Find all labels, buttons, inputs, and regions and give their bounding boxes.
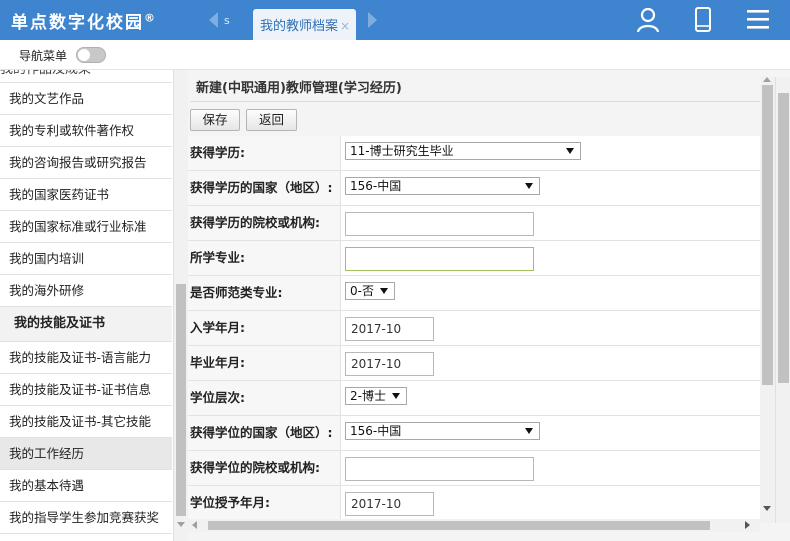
dropdown-caret-icon bbox=[380, 288, 388, 294]
tab-label: 我的教师档案 bbox=[260, 19, 339, 34]
sidebar-scroll-thumb[interactable] bbox=[176, 284, 186, 516]
sidebar-item[interactable]: 我的咨询报告或研究报告 bbox=[0, 147, 172, 179]
form-row-degree-country: 获得学历的国家（地区）: 156-中国 bbox=[188, 171, 760, 206]
select-value: 0-否 bbox=[350, 284, 374, 298]
form-row-award-date: 学位授予年月: 2017-10 bbox=[188, 486, 760, 521]
save-button[interactable]: 保存 bbox=[190, 109, 240, 131]
tab-teacher-archive[interactable]: 我的教师档案 × bbox=[253, 9, 356, 40]
field-label: 获得学位的院校或机构: bbox=[188, 451, 341, 485]
form-hscrollbar[interactable] bbox=[188, 519, 760, 532]
form-hscroll-thumb[interactable] bbox=[208, 521, 710, 530]
graduate-date-input[interactable]: 2017-10 bbox=[345, 352, 434, 376]
sidebar-group-skills[interactable]: 我的技能及证书 bbox=[0, 307, 172, 342]
dropdown-caret-icon bbox=[566, 148, 574, 154]
field-label: 所学专业: bbox=[188, 241, 341, 275]
sidebar-item[interactable]: 我的技能及证书-其它技能 bbox=[0, 406, 172, 438]
sidebar: 我的作品及成果 我的文艺作品 我的专利或软件著作权 我的咨询报告或研究报告 我的… bbox=[0, 70, 188, 541]
form-row-graduate-date: 毕业年月: 2017-10 bbox=[188, 346, 760, 381]
sidebar-item[interactable]: 我的技能及证书-语言能力 bbox=[0, 342, 172, 374]
dropdown-caret-icon bbox=[525, 428, 533, 434]
divider bbox=[190, 101, 760, 102]
scroll-up-icon[interactable] bbox=[763, 77, 771, 82]
scroll-right-icon[interactable] bbox=[745, 521, 750, 529]
back-button[interactable]: 返回 bbox=[246, 109, 297, 131]
enroll-date-input[interactable]: 2017-10 bbox=[345, 317, 434, 341]
tab-stub[interactable]: s bbox=[224, 14, 230, 27]
scroll-left-icon[interactable] bbox=[192, 521, 197, 529]
form-row-enroll-date: 入学年月: 2017-10 bbox=[188, 311, 760, 346]
major-input[interactable] bbox=[345, 247, 534, 271]
toggle-knob bbox=[78, 49, 90, 61]
main-panel: 新建(中职通用)教师管理(学习经历) 保存 返回 获得学历: 11-博士研究生毕… bbox=[188, 70, 790, 541]
nav-bar: 导航菜单 bbox=[0, 40, 790, 70]
form-scrollbar[interactable] bbox=[760, 77, 775, 523]
field-label: 学位层次: bbox=[188, 381, 341, 415]
form-row-major: 所学专业: bbox=[188, 241, 760, 276]
field-label: 获得学历的院校或机构: bbox=[188, 206, 341, 240]
sidebar-item[interactable]: 我的技能及证书-证书信息 bbox=[0, 374, 172, 406]
academic-country-select[interactable]: 156-中国 bbox=[345, 422, 540, 440]
brand-title: 单点数字化校园® bbox=[11, 11, 155, 33]
sidebar-item[interactable]: 我的国家标准或行业标准 bbox=[0, 211, 172, 243]
sidebar-item-work-experience[interactable]: 我的工作经历 bbox=[0, 438, 172, 470]
page-scrollbar[interactable] bbox=[775, 77, 790, 523]
award-date-input[interactable]: 2017-10 bbox=[345, 492, 434, 516]
field-label: 是否师范类专业: bbox=[188, 276, 341, 310]
sidebar-list: 我的作品及成果 我的文艺作品 我的专利或软件著作权 我的咨询报告或研究报告 我的… bbox=[0, 70, 172, 534]
sidebar-item[interactable]: 我的文艺作品 bbox=[0, 83, 172, 115]
sidebar-item[interactable]: 我的指导学生参加竞赛获奖 bbox=[0, 502, 172, 534]
form-row-normal-major: 是否师范类专业: 0-否 bbox=[188, 276, 760, 311]
degree-country-select[interactable]: 156-中国 bbox=[345, 177, 540, 195]
tab-scroll-right-icon[interactable] bbox=[368, 12, 377, 28]
nav-menu-toggle[interactable] bbox=[76, 47, 106, 63]
scroll-down-icon[interactable] bbox=[763, 506, 771, 511]
field-label: 入学年月: bbox=[188, 311, 341, 345]
field-label: 学位授予年月: bbox=[188, 486, 341, 520]
phone-icon[interactable] bbox=[690, 6, 718, 34]
field-label: 毕业年月: bbox=[188, 346, 341, 380]
field-label: 获得学历的国家（地区）: bbox=[188, 171, 341, 205]
form-row-degree: 获得学历: 11-博士研究生毕业 bbox=[188, 136, 760, 171]
dropdown-caret-icon bbox=[392, 393, 400, 399]
academic-institution-input[interactable] bbox=[345, 457, 534, 481]
select-value: 2-博士 bbox=[350, 389, 386, 403]
close-icon[interactable]: × bbox=[340, 19, 350, 33]
menu-icon[interactable] bbox=[745, 6, 773, 34]
page-title: 新建(中职通用)教师管理(学习经历) bbox=[196, 81, 402, 96]
form-row-degree-institution: 获得学历的院校或机构: bbox=[188, 206, 760, 241]
select-value: 11-博士研究生毕业 bbox=[350, 144, 454, 158]
field-label: 获得学历: bbox=[188, 136, 341, 170]
dropdown-caret-icon bbox=[525, 183, 533, 189]
form-scroll-thumb[interactable] bbox=[762, 85, 773, 385]
sidebar-item[interactable]: 我的国家医药证书 bbox=[0, 179, 172, 211]
sidebar-item[interactable]: 我的专利或软件著作权 bbox=[0, 115, 172, 147]
select-value: 156-中国 bbox=[350, 424, 402, 438]
scroll-down-icon[interactable] bbox=[177, 522, 185, 527]
sidebar-item[interactable]: 我的海外研修 bbox=[0, 275, 172, 307]
form-row-academic-institution: 获得学位的院校或机构: bbox=[188, 451, 760, 486]
sidebar-scrollbar[interactable] bbox=[173, 70, 188, 541]
form-row-academic-country: 获得学位的国家（地区）: 156-中国 bbox=[188, 416, 760, 451]
nav-menu-label: 导航菜单 bbox=[19, 49, 68, 63]
tab-scroll-left-icon[interactable] bbox=[209, 12, 218, 28]
degree-level-select[interactable]: 2-博士 bbox=[345, 387, 407, 405]
form-row-degree-level: 学位层次: 2-博士 bbox=[188, 381, 760, 416]
sidebar-item-cut[interactable]: 我的作品及成果 bbox=[0, 70, 172, 83]
sidebar-item[interactable]: 我的基本待遇 bbox=[0, 470, 172, 502]
field-label: 获得学位的国家（地区）: bbox=[188, 416, 341, 450]
study-form: 获得学历: 11-博士研究生毕业 获得学历的国家（地区）: 156-中国 获得学… bbox=[188, 136, 760, 521]
normal-major-select[interactable]: 0-否 bbox=[345, 282, 395, 300]
degree-select[interactable]: 11-博士研究生毕业 bbox=[345, 142, 581, 160]
degree-institution-input[interactable] bbox=[345, 212, 534, 236]
app-header: 单点数字化校园® s 我的教师档案 × bbox=[0, 0, 790, 40]
page-scroll-thumb[interactable] bbox=[778, 93, 789, 383]
sidebar-item[interactable]: 我的国内培训 bbox=[0, 243, 172, 275]
user-icon[interactable] bbox=[635, 6, 663, 34]
select-value: 156-中国 bbox=[350, 179, 402, 193]
